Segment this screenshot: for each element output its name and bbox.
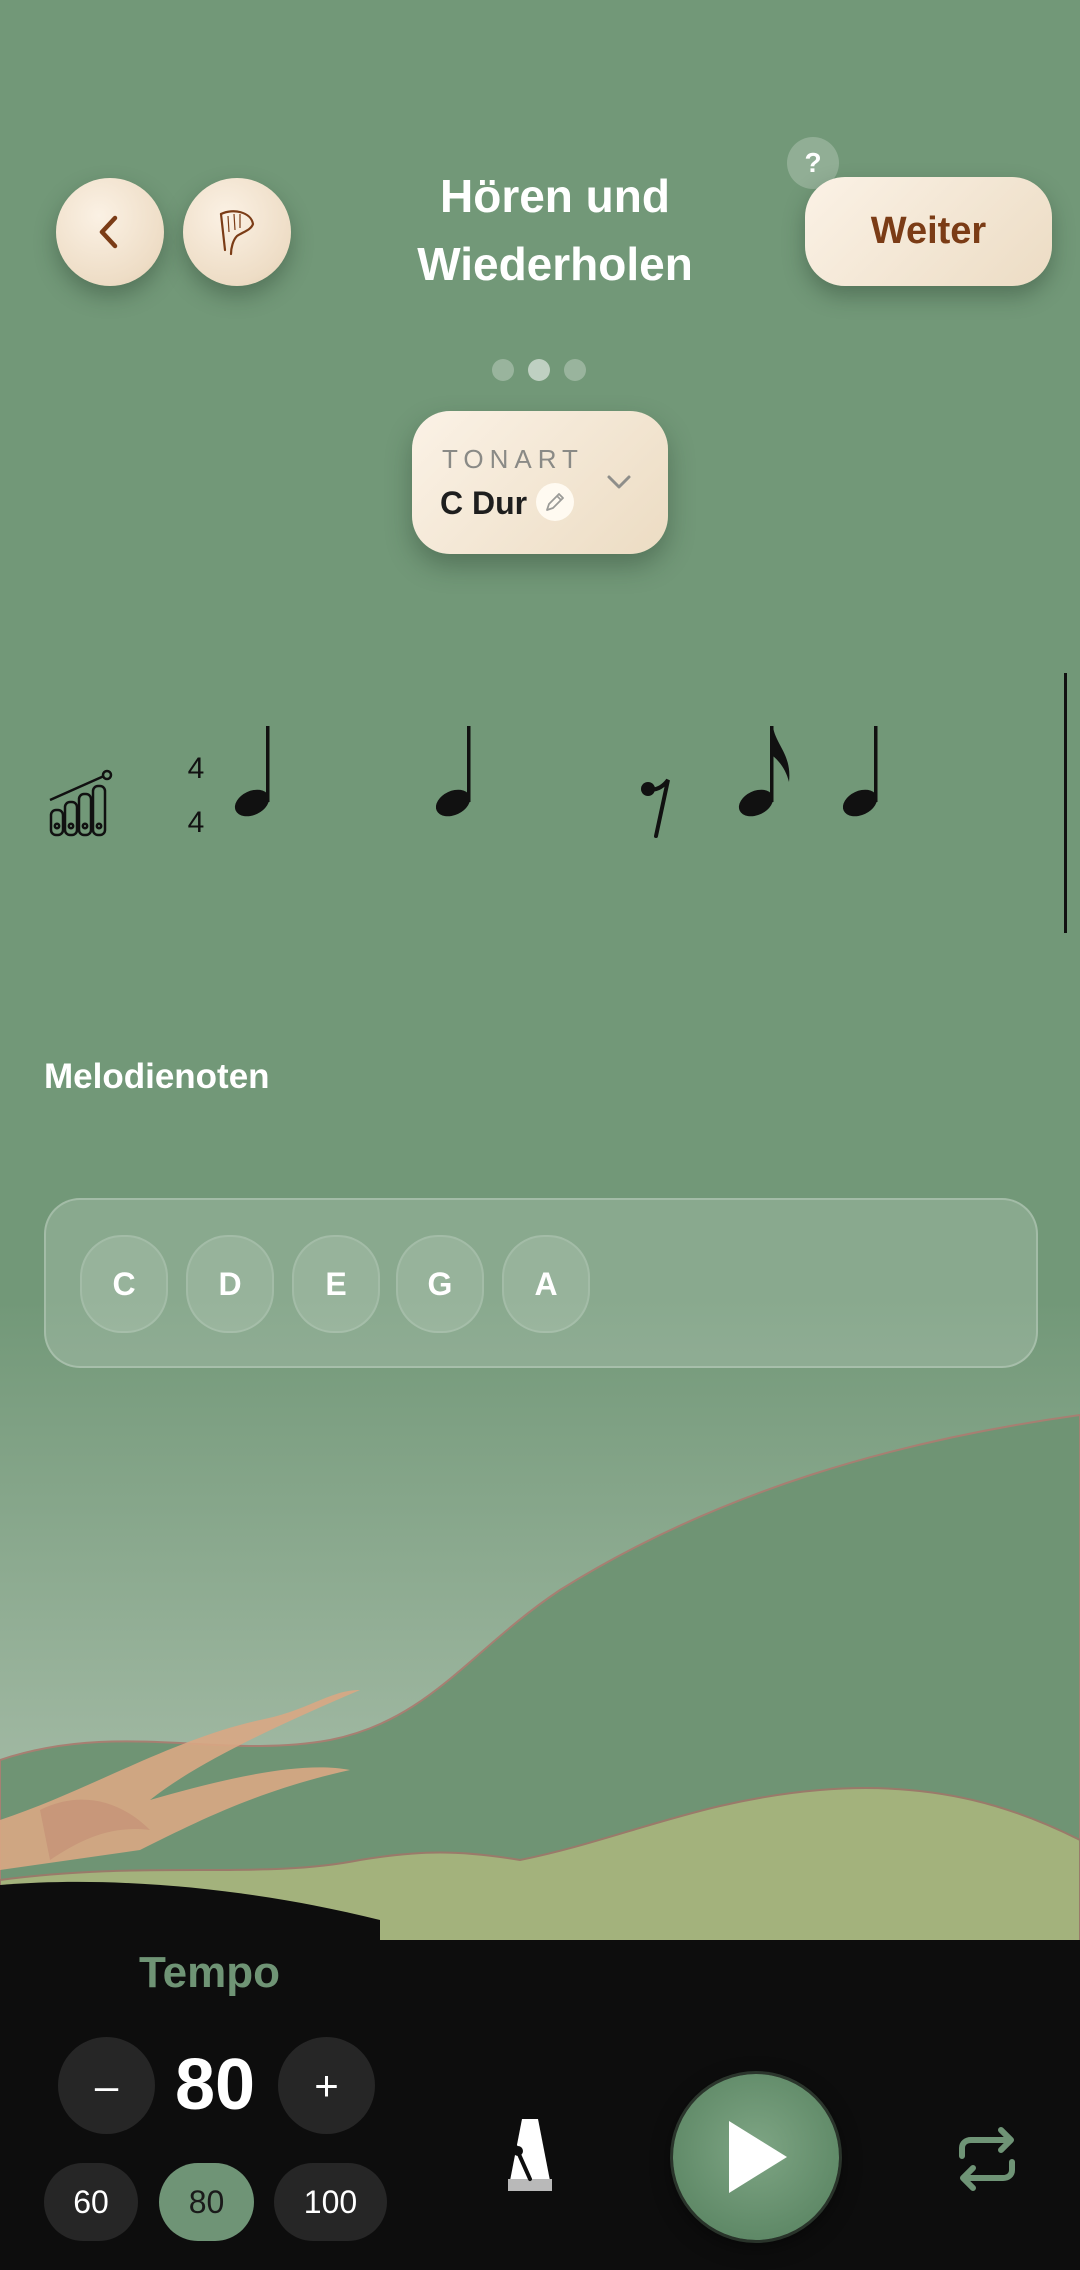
page-title-line1: Hören und [440, 170, 670, 222]
tempo-decrease-button[interactable]: – [58, 2037, 155, 2134]
page-indicator [490, 358, 590, 382]
eighth-rest [641, 778, 670, 838]
page-dot [564, 359, 586, 381]
note-chip-c[interactable]: C [80, 1235, 168, 1333]
xylophone-icon [49, 769, 113, 837]
metronome-icon[interactable] [500, 2113, 560, 2199]
key-selector[interactable]: TONART C Dur [412, 411, 668, 554]
note-chip-a[interactable]: A [502, 1235, 590, 1333]
bar-line [1064, 673, 1067, 933]
play-icon [729, 2121, 787, 2193]
time-signature-bottom: 4 [188, 806, 205, 839]
note-chip-e[interactable]: E [292, 1235, 380, 1333]
next-button[interactable]: Weiter [805, 177, 1052, 286]
page-title-line2: Wiederholen [417, 238, 693, 290]
key-label: TONART [442, 444, 584, 474]
note-quarter [842, 726, 878, 817]
note-chip-g[interactable]: G [396, 1235, 484, 1333]
tempo-title: Tempo [139, 1948, 280, 1997]
chevron-left-icon [99, 215, 118, 249]
instrument-button[interactable] [183, 178, 291, 286]
key-value: C Dur [440, 485, 528, 521]
page-title: Hören und Wiederholen [360, 162, 750, 298]
back-button[interactable] [56, 178, 164, 286]
page-dot [492, 359, 514, 381]
tempo-preset-80[interactable]: 80 [159, 2163, 254, 2241]
time-signature-top: 4 [188, 752, 205, 785]
screen: Hören und Wiederholen ? Weiter TONART C … [0, 0, 1080, 2270]
chevron-down-icon [607, 475, 631, 489]
harp-icon [219, 210, 255, 256]
landscape-illustration [0, 1300, 1080, 2000]
note-quarter [435, 726, 471, 817]
pencil-icon[interactable] [536, 483, 574, 521]
tempo-preset-60[interactable]: 60 [44, 2163, 138, 2241]
rhythm-staff: 4 4 [49, 673, 1067, 933]
repeat-icon[interactable] [952, 2124, 1022, 2194]
melody-notes-panel: C D E G A [44, 1198, 1038, 1368]
note-chip-d[interactable]: D [186, 1235, 274, 1333]
tempo-value: 80 [174, 2045, 256, 2125]
note-quarter [234, 726, 270, 817]
tempo-increase-button[interactable]: + [278, 2037, 375, 2134]
play-button[interactable] [673, 2074, 839, 2240]
page-dot-active [528, 359, 550, 381]
note-eighth [738, 726, 790, 817]
tempo-preset-100[interactable]: 100 [274, 2163, 387, 2241]
melody-notes-title: Melodienoten [44, 1057, 270, 1096]
